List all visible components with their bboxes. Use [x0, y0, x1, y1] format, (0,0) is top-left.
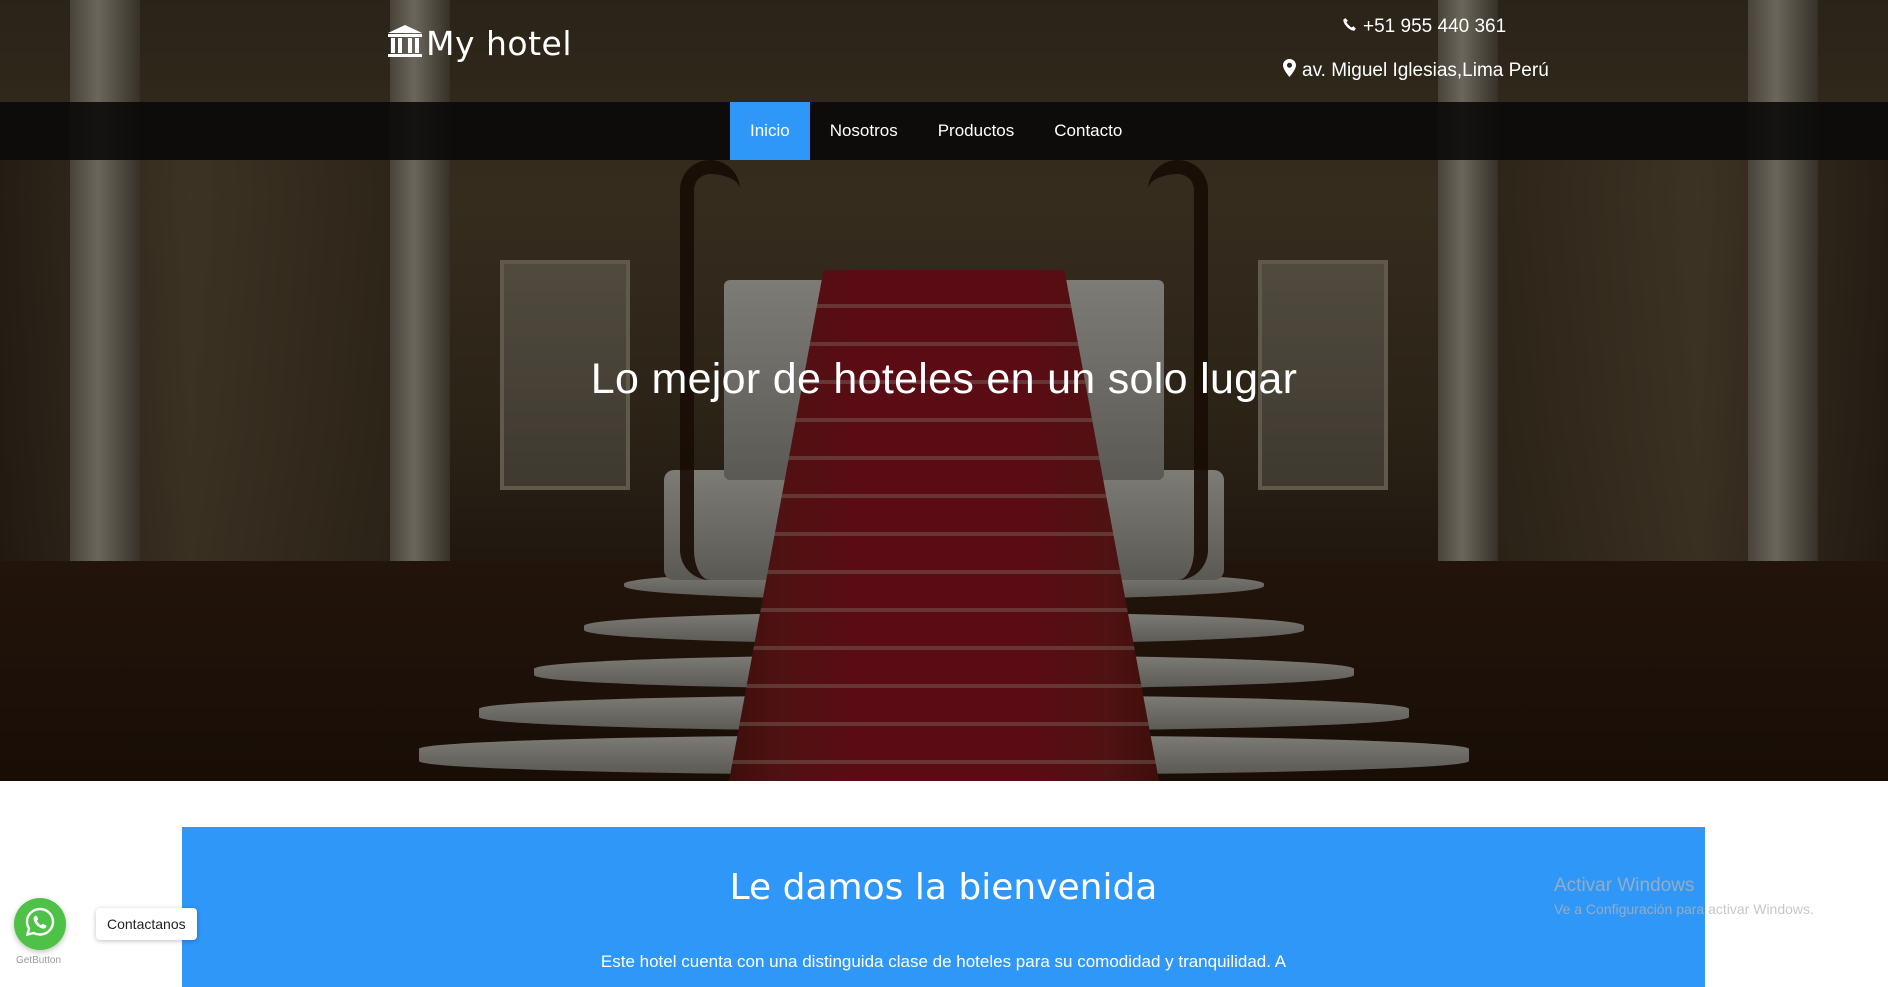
windows-activation-title: Activar Windows: [1554, 875, 1695, 896]
bank-building-icon: [386, 24, 424, 60]
nav-menu: Inicio Nosotros Productos Contacto: [730, 102, 1142, 160]
logo-text: My hotel: [426, 24, 573, 63]
hero-title: Lo mejor de hoteles en un solo lugar: [590, 355, 1298, 403]
nav-item-contacto[interactable]: Contacto: [1034, 102, 1142, 160]
map-marker-icon: [1283, 59, 1302, 83]
nav-item-productos[interactable]: Productos: [918, 102, 1035, 160]
welcome-section: Le damos la bienvenida Este hotel cuenta…: [182, 827, 1705, 987]
nav-item-nosotros[interactable]: Nosotros: [810, 102, 918, 160]
phone-number: +51 955 440 361: [1363, 16, 1507, 37]
site-logo[interactable]: My hotel: [386, 24, 572, 60]
nav-item-inicio[interactable]: Inicio: [730, 102, 810, 160]
windows-activation-subtitle: Ve a Configuración para activar Windows.: [1554, 901, 1814, 917]
address-text: av. Miguel Iglesias,Lima Perú: [1302, 60, 1549, 81]
welcome-title: Le damos la bienvenida: [729, 867, 1158, 908]
main-navbar: Inicio Nosotros Productos Contacto: [0, 102, 1888, 160]
header-phone: +51 955 440 361: [1342, 16, 1506, 38]
whatsapp-contact-label[interactable]: Contactanos: [96, 908, 197, 940]
welcome-text: Este hotel cuenta con una distinguida cl…: [600, 952, 1287, 971]
whatsapp-icon: [25, 907, 55, 941]
whatsapp-button[interactable]: [14, 898, 66, 950]
header-address: av. Miguel Iglesias,Lima Perú: [1283, 59, 1549, 83]
getbutton-credit[interactable]: GetButton: [16, 955, 61, 966]
phone-icon: [1342, 16, 1363, 38]
